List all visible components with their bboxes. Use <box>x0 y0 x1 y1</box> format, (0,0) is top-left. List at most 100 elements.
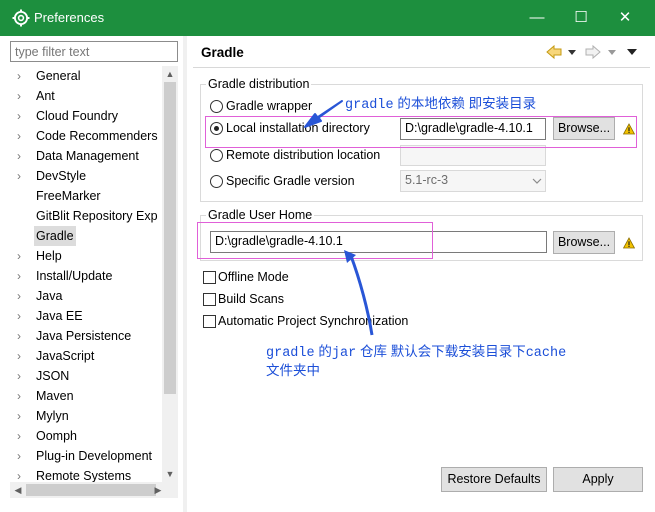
view-menu-icon[interactable] <box>625 43 639 61</box>
tree-item-label: Mylyn <box>36 409 69 423</box>
specific-version-value: 5.1-rc-3 <box>405 173 449 187</box>
tree-item-label: Ant <box>36 89 55 103</box>
tree-item-label: JavaScript <box>36 349 95 363</box>
chevron-right-icon[interactable]: › <box>17 246 29 266</box>
scroll-down-icon[interactable]: ▼ <box>162 466 178 482</box>
tree-item[interactable]: › Java <box>10 286 162 306</box>
minimize-button[interactable]: — <box>523 6 551 30</box>
tree-item[interactable]: › JSON <box>10 366 162 386</box>
tree-item-label: General <box>36 69 81 83</box>
tree-item[interactable]: › Code Recommenders <box>10 126 162 146</box>
tree-item-label: JSON <box>36 369 70 383</box>
local-dir-highlight-box <box>205 116 637 148</box>
scroll-left-icon[interactable]: ◀ <box>10 482 26 498</box>
gradle-wrapper-radio[interactable] <box>210 100 223 113</box>
title-bar: Preferences — ☐ ✕ <box>0 0 655 36</box>
tree-item[interactable]: › Mylyn <box>10 406 162 426</box>
back-arrow-icon[interactable] <box>545 43 563 61</box>
build-scans-label: Build Scans <box>218 292 285 306</box>
tree-item[interactable]: › General <box>10 66 162 86</box>
tree-item[interactable]: › Ant <box>10 86 162 106</box>
chevron-right-icon[interactable]: › <box>17 146 29 166</box>
back-dropdown-icon[interactable] <box>566 43 578 61</box>
chevron-right-icon[interactable]: › <box>17 286 29 306</box>
preferences-gear-icon <box>12 9 30 27</box>
preferences-tree: › General › Ant › Cloud Foundry › Code Recommen… <box>10 66 162 484</box>
auto-sync-checkbox[interactable] <box>203 315 216 328</box>
chevron-right-icon[interactable]: › <box>17 386 29 406</box>
tree-item-label: GitBlit Repository Exp <box>36 209 158 223</box>
warning-icon <box>623 237 635 249</box>
filter-input[interactable] <box>10 41 178 62</box>
close-button[interactable]: ✕ <box>611 6 639 30</box>
auto-sync-label: Automatic Project Synchronization <box>218 314 409 328</box>
forward-dropdown-icon[interactable] <box>606 43 618 61</box>
maximize-button[interactable]: ☐ <box>567 6 595 30</box>
chevron-right-icon[interactable]: › <box>17 326 29 346</box>
tree-item[interactable]: FreeMarker <box>10 186 162 206</box>
user-home-highlight-box <box>197 222 433 259</box>
tree-item[interactable]: › Help <box>10 246 162 266</box>
tree-vertical-scrollbar[interactable]: ▲ ▼ <box>162 66 178 482</box>
hscroll-thumb[interactable] <box>26 484 156 496</box>
tree-item-label: Java Persistence <box>36 329 132 343</box>
chevron-right-icon[interactable]: › <box>17 306 29 326</box>
build-scans-checkbox[interactable] <box>203 293 216 306</box>
tree-item[interactable]: › Install/Update <box>10 266 162 286</box>
title-separator <box>193 67 650 68</box>
tree-item[interactable]: › JavaScript <box>10 346 162 366</box>
annotation-user-home-line1: gradle 的jar 仓库 默认会下载安装目录下cache <box>266 340 566 361</box>
chevron-right-icon[interactable]: › <box>17 66 29 86</box>
apply-button[interactable]: Apply <box>553 467 643 492</box>
scroll-right-icon[interactable]: ▶ <box>150 482 166 498</box>
chevron-right-icon[interactable]: › <box>17 166 29 186</box>
tree-item[interactable]: › Plug-in Development <box>10 446 162 466</box>
specific-version-radio[interactable] <box>210 175 223 188</box>
forward-arrow-icon[interactable] <box>584 43 602 61</box>
remote-location-field[interactable] <box>400 145 546 166</box>
annotation-text: 仓库 默认会下载安装目录下 <box>356 344 526 359</box>
tree-item[interactable]: › Java Persistence <box>10 326 162 346</box>
chevron-right-icon[interactable]: › <box>17 346 29 366</box>
specific-version-select[interactable]: 5.1-rc-3 <box>400 170 546 192</box>
chevron-right-icon[interactable]: › <box>17 426 29 446</box>
tree-item[interactable]: › DevStyle <box>10 166 162 186</box>
tree-item[interactable]: › Maven <box>10 386 162 406</box>
remote-location-radio[interactable] <box>210 149 223 162</box>
tree-item[interactable]: › Java EE <box>10 306 162 326</box>
tree-horizontal-scrollbar[interactable]: ◀ ▶ <box>10 482 178 498</box>
scroll-up-icon[interactable]: ▲ <box>162 66 178 82</box>
chevron-right-icon[interactable]: › <box>17 366 29 386</box>
chevron-right-icon[interactable]: › <box>17 266 29 286</box>
tree-item[interactable]: GitBlit Repository Exp <box>10 206 162 226</box>
tree-item-label: Data Management <box>36 149 139 163</box>
tree-item-label: Java EE <box>36 309 83 323</box>
gradle-wrapper-label: Gradle wrapper <box>226 99 313 113</box>
annotation-code: jar <box>331 346 357 361</box>
annotation-user-home-line2: 文件夹中 <box>266 363 320 378</box>
tree-item-label: Help <box>36 249 62 263</box>
restore-defaults-button[interactable]: Restore Defaults <box>441 467 547 492</box>
user-home-group-label: Gradle User Home <box>206 208 315 222</box>
pane-divider[interactable] <box>183 36 187 512</box>
chevron-right-icon[interactable]: › <box>17 406 29 426</box>
tree-item-label: Code Recommenders <box>36 129 158 143</box>
tree-item-label: Cloud Foundry <box>36 109 118 123</box>
chevron-right-icon[interactable]: › <box>17 446 29 466</box>
chevron-right-icon[interactable]: › <box>17 86 29 106</box>
window-title: Preferences <box>34 10 105 25</box>
tree-item[interactable]: › Cloud Foundry <box>10 106 162 126</box>
annotation-local-dir: gradle 的本地依赖 即安装目录 <box>345 92 536 113</box>
tree-item-label: Gradle <box>34 226 76 246</box>
tree-item-label: Maven <box>36 389 74 403</box>
tree-item[interactable]: › Data Management <box>10 146 162 166</box>
tree-item-label: Java <box>36 289 63 303</box>
scroll-thumb[interactable] <box>164 82 176 394</box>
user-home-browse-button[interactable]: Browse... <box>553 231 615 254</box>
tree-item[interactable]: Gradle <box>10 226 162 246</box>
annotation-text: 的 <box>314 344 332 359</box>
chevron-right-icon[interactable]: › <box>17 106 29 126</box>
chevron-right-icon[interactable]: › <box>17 126 29 146</box>
tree-item[interactable]: › Oomph <box>10 426 162 446</box>
offline-mode-checkbox[interactable] <box>203 271 216 284</box>
